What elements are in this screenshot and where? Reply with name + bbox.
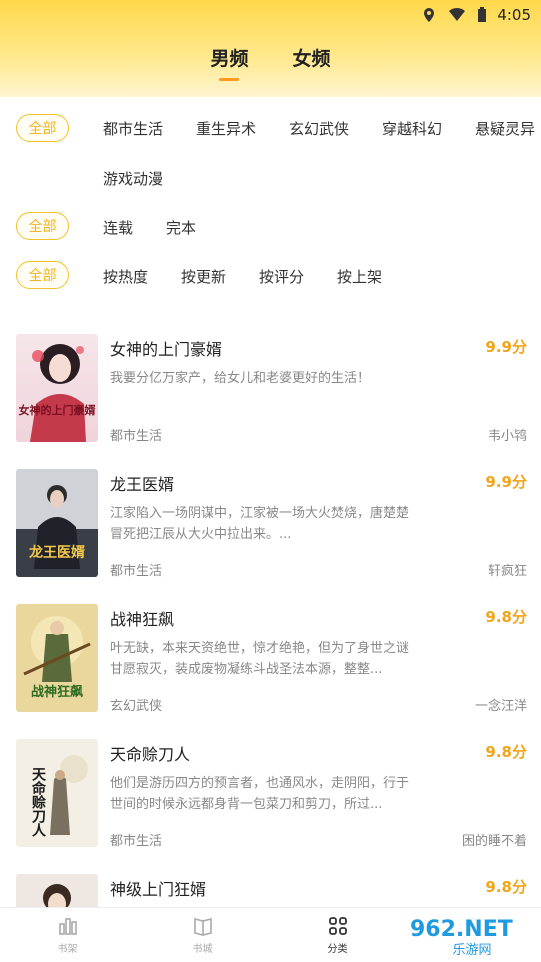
book-cover: 女神的上门豪婿 xyxy=(16,334,98,442)
book-icon xyxy=(193,917,212,936)
book-item[interactable]: 天命赊刀人 天命赊刀人 9.8分 他们是游历四方的预言者，也通风水，走阴阳，行于… xyxy=(0,739,541,849)
sort-option[interactable]: 按热度 xyxy=(103,266,148,287)
book-title: 女神的上门豪婿 xyxy=(110,340,223,359)
book-score: 9.8分 xyxy=(485,743,527,761)
genre-option[interactable]: 游戏动漫 xyxy=(103,168,163,189)
status-bar: 4:05 xyxy=(421,4,531,26)
tab-male[interactable]: 男频 xyxy=(210,44,248,71)
book-category: 都市生活 xyxy=(110,429,163,444)
status-option[interactable]: 连载 xyxy=(103,217,133,238)
cover-title: 战神狂飙 xyxy=(31,684,83,700)
book-author: 韦小鸨 xyxy=(487,429,527,444)
watermark-logo: 962.NET 乐游网 xyxy=(402,912,538,958)
book-description: 江家陷入一场阴谋中，江家被一场大火焚烧，唐楚楚冒死把江辰从大火中拉出来。... xyxy=(110,506,410,542)
tab-female[interactable]: 女频 xyxy=(293,44,331,71)
cover-title: 龙王医婿 xyxy=(28,544,86,561)
status-time: 4:05 xyxy=(497,6,531,24)
header: 4:05 男频 女频 xyxy=(0,0,541,97)
sort-option[interactable]: 按更新 xyxy=(181,266,226,287)
book-author: 一念汪洋 xyxy=(474,699,527,714)
nav-bookstore[interactable]: 书城 xyxy=(135,908,270,962)
book-score: 9.8分 xyxy=(485,608,527,626)
book-score: 9.9分 xyxy=(485,338,527,356)
sort-option[interactable]: 按评分 xyxy=(259,266,304,287)
sort-all-chip[interactable]: 全部 xyxy=(16,261,69,289)
book-title: 战神狂飙 xyxy=(110,610,175,629)
nav-category[interactable]: 分类 xyxy=(270,908,405,962)
book-cover: 龙王医婿 xyxy=(16,469,98,577)
book-description: 我要分亿万家产，给女儿和老婆更好的生活！ xyxy=(110,371,371,386)
sort-option[interactable]: 按上架 xyxy=(337,266,382,287)
genre-option[interactable]: 穿越科幻 xyxy=(382,118,442,139)
status-all-chip[interactable]: 全部 xyxy=(16,212,69,240)
book-description: 叶无缺，本来天资绝世，惊才绝艳，但为了身世之谜甘愿寂灭，装成废物凝练斗战圣法本源… xyxy=(110,641,410,677)
watermark-subtext: 乐游网 xyxy=(452,943,491,958)
book-category: 玄幻武侠 xyxy=(110,699,163,714)
battery-icon xyxy=(478,7,487,22)
book-cover: 战神狂飙 xyxy=(16,604,98,712)
book-score: 9.9分 xyxy=(485,473,527,491)
genre-option[interactable]: 重生异术 xyxy=(196,118,256,139)
location-icon xyxy=(424,8,435,22)
book-cover: 天命赊刀人 xyxy=(16,739,98,847)
nav-bookshelf[interactable]: 书架 xyxy=(0,908,135,962)
book-item[interactable]: 战神狂飙 战神狂飙 9.8分 叶无缺，本来天资绝世，惊才绝艳，但为了身世之谜甘愿… xyxy=(0,604,541,714)
book-description: 他们是游历四方的预言者，也通风水，走阴阳，行于世间的时候永远都身背一包菜刀和剪刀… xyxy=(110,776,410,812)
wifi-icon xyxy=(449,7,466,22)
genre-option[interactable]: 悬疑灵异 xyxy=(475,118,535,139)
bookshelf-icon xyxy=(58,917,77,935)
gender-tabs: 男频 女频 xyxy=(0,44,541,71)
book-item[interactable]: 神级上门狂婿 9.8分 xyxy=(0,874,541,907)
book-author: 轩疯狂 xyxy=(487,564,527,579)
book-item[interactable]: 女神的上门豪婿 女神的上门豪婿 9.9分 我要分亿万家产，给女儿和老婆更好的生活… xyxy=(0,334,541,444)
genre-option[interactable]: 都市生活 xyxy=(103,118,163,139)
genre-option[interactable]: 玄幻武侠 xyxy=(289,118,349,139)
nav-label: 分类 xyxy=(327,943,348,955)
book-author: 困的睡不着 xyxy=(461,834,527,849)
cover-title: 女神的上门豪婿 xyxy=(19,403,97,417)
nav-label: 书架 xyxy=(57,943,78,955)
book-item[interactable]: 龙王医婿 龙王医婿 9.9分 江家陷入一场阴谋中，江家被一场大火焚烧，唐楚楚冒死… xyxy=(0,469,541,579)
book-category: 都市生活 xyxy=(110,564,163,579)
book-category: 都市生活 xyxy=(110,834,163,849)
book-cover xyxy=(16,874,98,907)
book-title: 神级上门狂婿 xyxy=(110,880,207,899)
watermark-text: 962.NET xyxy=(410,917,513,942)
book-title: 龙王医婿 xyxy=(110,475,175,494)
status-option[interactable]: 完本 xyxy=(166,217,196,238)
book-title: 天命赊刀人 xyxy=(110,745,191,764)
genre-all-chip[interactable]: 全部 xyxy=(16,114,69,142)
book-score: 9.8分 xyxy=(485,878,527,896)
nav-label: 书城 xyxy=(192,943,213,955)
category-grid-icon xyxy=(328,916,347,935)
cover-title: 天命赊刀人 xyxy=(30,767,47,837)
